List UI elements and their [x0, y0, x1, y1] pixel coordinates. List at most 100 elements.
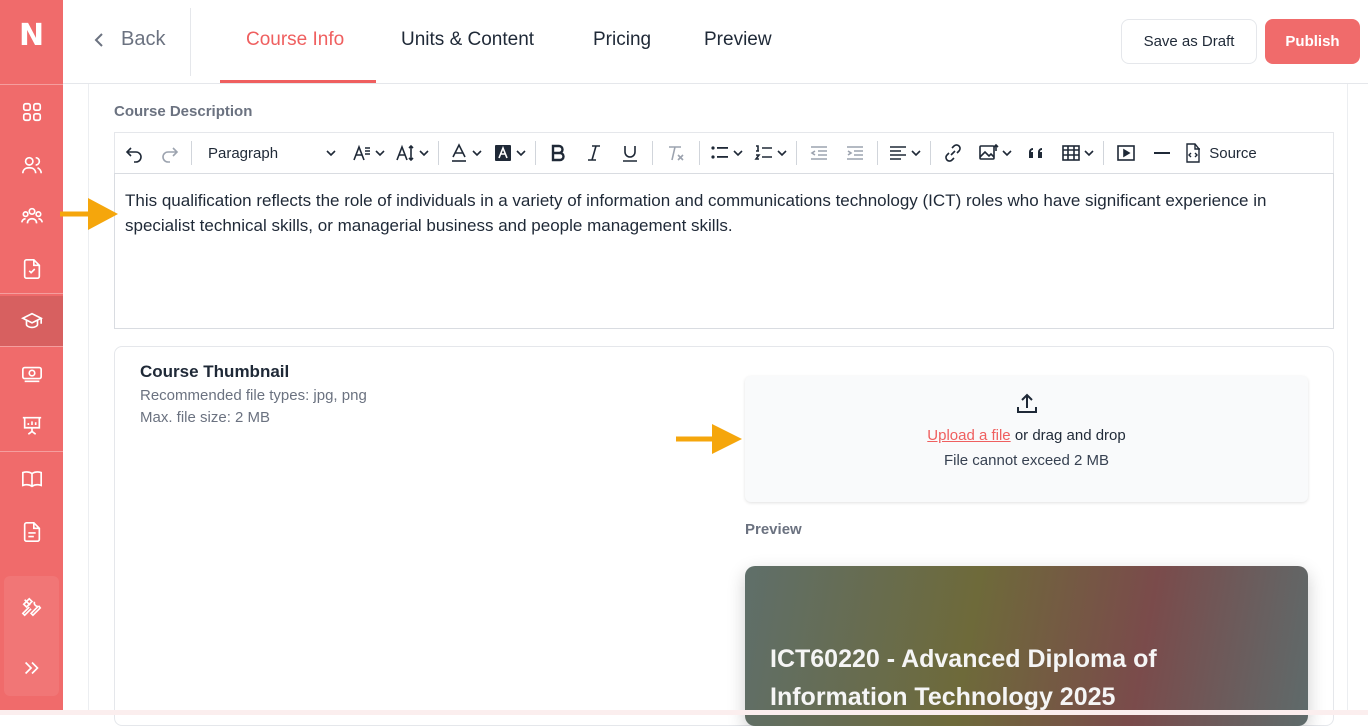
publish-button[interactable]: Publish [1265, 19, 1360, 64]
users-icon [21, 156, 42, 174]
paragraph-format-value: Paragraph [208, 144, 279, 162]
sidebar-expand-button[interactable] [0, 643, 63, 693]
file-dropzone[interactable]: Upload a file or drag and drop File cann… [745, 376, 1308, 502]
preview-course-title: ICT60220 - Advanced Diploma of Informati… [770, 645, 1157, 711]
remove-format-button[interactable] [657, 133, 695, 174]
underline-button[interactable] [612, 133, 648, 174]
dashboard-grid-icon [22, 102, 41, 122]
undo-button[interactable] [115, 133, 153, 174]
underline-icon [623, 146, 637, 162]
remove-format-icon [669, 146, 684, 161]
toolbar-separator [930, 141, 931, 165]
toolbar-separator [796, 141, 797, 165]
insert-media-button[interactable] [1108, 133, 1144, 174]
bottom-strip [0, 710, 1368, 715]
blockquote-button[interactable] [1019, 133, 1055, 174]
font-color-icon [451, 143, 466, 162]
italic-icon [588, 145, 600, 161]
app-logo[interactable]: N [0, 18, 63, 53]
alignment-dropdown[interactable] [882, 133, 926, 174]
annotation-arrow-icon [60, 198, 118, 230]
file-size-note: Max. file size: 2 MB [140, 409, 271, 426]
sidebar-item-library[interactable] [0, 454, 63, 504]
line-height-dropdown[interactable] [390, 133, 434, 174]
horizontal-line-icon [1154, 152, 1170, 154]
course-description-text: This qualification reflects the role of … [125, 191, 1267, 235]
tab-preview[interactable]: Preview [704, 29, 772, 51]
toolbar-separator [1103, 141, 1104, 165]
groups-icon [20, 207, 43, 224]
italic-button[interactable] [576, 133, 612, 174]
active-tab-indicator [220, 80, 376, 83]
course-thumbnail-title: Course Thumbnail [140, 362, 290, 381]
back-label: Back [121, 28, 166, 50]
upload-prompt: Upload a file or drag and drop [745, 427, 1308, 444]
course-description-editor[interactable]: This qualification reflects the role of … [114, 173, 1334, 329]
bulleted-list-icon [710, 146, 728, 159]
align-left-icon [889, 146, 906, 160]
book-icon [21, 471, 42, 488]
sidebar-item-users[interactable] [0, 140, 63, 190]
text-height-icon [395, 144, 414, 162]
horizontal-line-button[interactable] [1144, 133, 1180, 174]
highlight-color-icon [494, 145, 511, 161]
sidebar-item-assessments[interactable] [0, 244, 63, 294]
tab-course-info[interactable]: Course Info [246, 29, 344, 51]
paragraph-format-select[interactable]: Paragraph [196, 133, 346, 174]
image-upload-icon [978, 143, 999, 160]
quote-icon [1029, 148, 1042, 158]
tab-pricing[interactable]: Pricing [593, 29, 651, 51]
sidebar-item-training[interactable] [0, 400, 63, 450]
sidebar-item-tools[interactable] [0, 582, 63, 632]
redo-button[interactable] [153, 133, 187, 174]
sidebar-item-groups[interactable] [0, 191, 63, 241]
font-color-dropdown[interactable] [443, 133, 487, 174]
file-types-note: Recommended file types: jpg, png [140, 387, 367, 404]
link-icon [945, 144, 961, 162]
link-button[interactable] [935, 133, 971, 174]
indent-button[interactable] [837, 133, 873, 174]
sidebar: N [0, 0, 63, 715]
editor-toolbar: Paragraph Source [114, 132, 1334, 173]
toolbar-separator [438, 141, 439, 165]
assignment-check-icon [23, 259, 40, 279]
sidebar-item-payments[interactable] [0, 349, 63, 399]
bold-button[interactable] [540, 133, 576, 174]
chevron-down-icon [1001, 150, 1012, 157]
payments-icon [21, 366, 42, 383]
tools-icon [21, 597, 41, 617]
font-size-dropdown[interactable] [346, 133, 390, 174]
course-description-label: Course Description [114, 103, 253, 120]
chevron-down-icon [326, 150, 336, 157]
sidebar-divider [0, 84, 63, 85]
sidebar-item-dashboard[interactable] [0, 87, 63, 137]
insert-image-dropdown[interactable] [971, 133, 1019, 174]
back-button[interactable]: Back [91, 28, 165, 51]
chevron-down-icon [776, 150, 787, 157]
file-limit-note: File cannot exceed 2 MB [943, 452, 1110, 469]
background-color-dropdown[interactable] [487, 133, 531, 174]
source-button[interactable]: Source [1180, 133, 1260, 174]
undo-icon [125, 147, 142, 163]
sidebar-item-documents[interactable] [0, 507, 63, 557]
save-as-draft-button[interactable]: Save as Draft [1121, 19, 1257, 64]
chevron-down-icon [418, 150, 429, 157]
outdent-button[interactable] [801, 133, 837, 174]
preview-label: Preview [745, 521, 802, 538]
document-icon [23, 522, 40, 542]
sidebar-item-courses[interactable] [0, 296, 63, 346]
toolbar-separator [191, 141, 192, 165]
upload-file-link[interactable]: Upload a file [927, 427, 1010, 444]
numbered-list-dropdown[interactable] [748, 133, 792, 174]
toolbar-separator [652, 141, 653, 165]
insert-table-dropdown[interactable] [1055, 133, 1099, 174]
presentation-icon [22, 416, 41, 435]
chevron-down-icon [471, 150, 482, 157]
drag-drop-text: or drag and drop [1010, 427, 1126, 444]
bulleted-list-dropdown[interactable] [704, 133, 748, 174]
bold-icon [551, 144, 565, 162]
upload-icon [1017, 393, 1037, 413]
sidebar-divider [0, 451, 63, 452]
sidebar-divider [0, 346, 63, 347]
tab-units-content[interactable]: Units & Content [401, 29, 534, 51]
